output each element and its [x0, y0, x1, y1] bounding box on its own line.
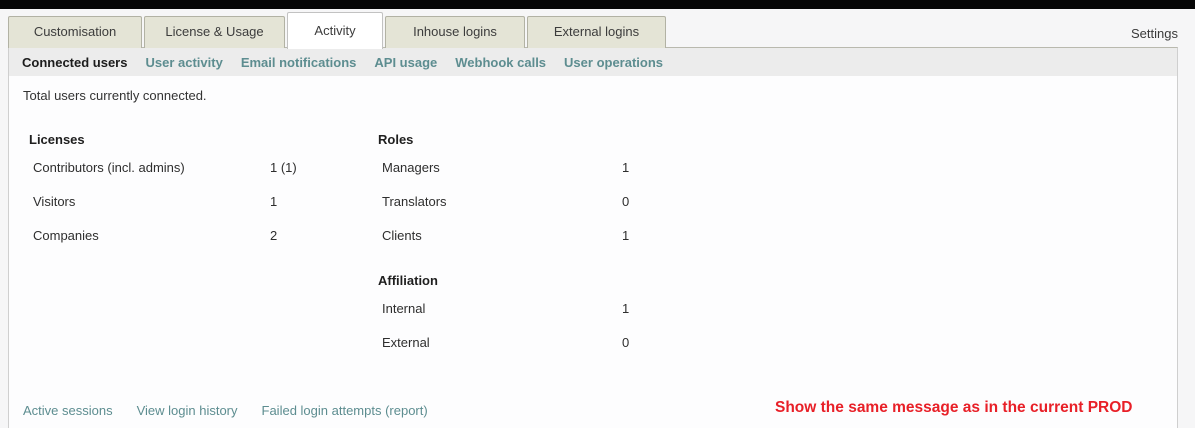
stat-value: 1: [622, 299, 629, 319]
top-black-bar: [0, 0, 1195, 9]
stat-label: Clients: [382, 228, 422, 243]
stat-value: 1: [622, 158, 629, 178]
licenses-section: Licenses Contributors (incl. admins) 1 (…: [22, 130, 362, 260]
stat-label: Companies: [33, 228, 99, 243]
subnav-user-activity[interactable]: User activity: [145, 55, 222, 70]
stat-row-managers: Managers 1: [370, 158, 710, 178]
subnav-email-notifications[interactable]: Email notifications: [241, 55, 357, 70]
affiliation-section: Affiliation Internal 1 External 0: [370, 271, 710, 367]
tab-license-usage[interactable]: License & Usage: [144, 16, 285, 48]
subnav-webhook-calls[interactable]: Webhook calls: [455, 55, 546, 70]
tab-customisation[interactable]: Customisation: [8, 16, 142, 48]
stat-value: 0: [622, 192, 629, 212]
stat-label: Internal: [382, 301, 425, 316]
stat-value: 0: [622, 333, 629, 353]
stat-row-translators: Translators 0: [370, 192, 710, 212]
stat-row-companies: Companies 2: [22, 226, 362, 246]
roles-title: Roles: [370, 130, 710, 150]
subnav-user-operations[interactable]: User operations: [564, 55, 663, 70]
licenses-title: Licenses: [22, 130, 362, 150]
stat-row-visitors: Visitors 1: [22, 192, 362, 212]
tab-activity[interactable]: Activity: [287, 12, 383, 49]
stat-value: 2: [270, 226, 277, 246]
stat-value: 1 (1): [270, 158, 297, 178]
footer-link-bar: Active sessions View login history Faile…: [23, 403, 428, 418]
failed-login-attempts-link[interactable]: Failed login attempts (report): [262, 403, 428, 418]
stat-row-internal: Internal 1: [370, 299, 710, 319]
tab-external-logins[interactable]: External logins: [527, 16, 666, 48]
stat-label: External: [382, 335, 430, 350]
roles-section: Roles Managers 1 Translators 0 Clients 1: [370, 130, 710, 260]
stat-value: 1: [270, 192, 277, 212]
content-panel: Connected users User activity Email noti…: [8, 47, 1178, 428]
stat-label: Visitors: [33, 194, 75, 209]
subnav-api-usage[interactable]: API usage: [374, 55, 437, 70]
app-window: Settings Customisation License & Usage A…: [0, 0, 1195, 428]
stat-value: 1: [622, 226, 629, 246]
active-sessions-link[interactable]: Active sessions: [23, 403, 113, 418]
prod-annotation-text: Show the same message as in the current …: [775, 399, 1132, 417]
subnav-connected-users[interactable]: Connected users: [22, 55, 127, 70]
stat-label: Translators: [382, 194, 447, 209]
stat-row-external: External 0: [370, 333, 710, 353]
view-login-history-link[interactable]: View login history: [137, 403, 238, 418]
intro-text: Total users currently connected.: [23, 88, 207, 103]
affiliation-title: Affiliation: [370, 271, 710, 291]
stat-row-contributors: Contributors (incl. admins) 1 (1): [22, 158, 362, 178]
subnav-bar: Connected users User activity Email noti…: [9, 48, 1177, 76]
stat-label: Contributors (incl. admins): [33, 160, 185, 175]
stat-label: Managers: [382, 160, 440, 175]
main-tab-bar: Customisation License & Usage Activity I…: [8, 11, 668, 48]
stat-row-clients: Clients 1: [370, 226, 710, 246]
settings-link[interactable]: Settings: [1131, 26, 1178, 41]
tab-inhouse-logins[interactable]: Inhouse logins: [385, 16, 525, 48]
